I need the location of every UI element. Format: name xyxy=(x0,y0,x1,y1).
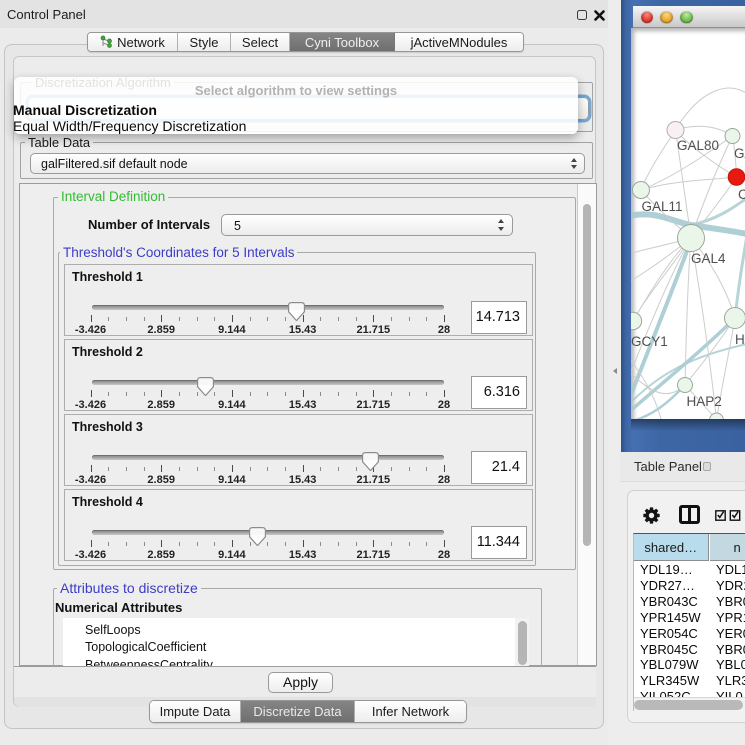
svg-text:GA: GA xyxy=(734,146,745,161)
svg-text:H: H xyxy=(735,332,745,347)
svg-text:HAP2: HAP2 xyxy=(687,394,722,409)
svg-text:C: C xyxy=(738,187,745,202)
svg-text:GCY1: GCY1 xyxy=(631,334,668,349)
svg-text:GAL80: GAL80 xyxy=(677,138,719,153)
svg-text:GAL11: GAL11 xyxy=(642,199,683,214)
svg-text:GAL4: GAL4 xyxy=(691,251,726,266)
